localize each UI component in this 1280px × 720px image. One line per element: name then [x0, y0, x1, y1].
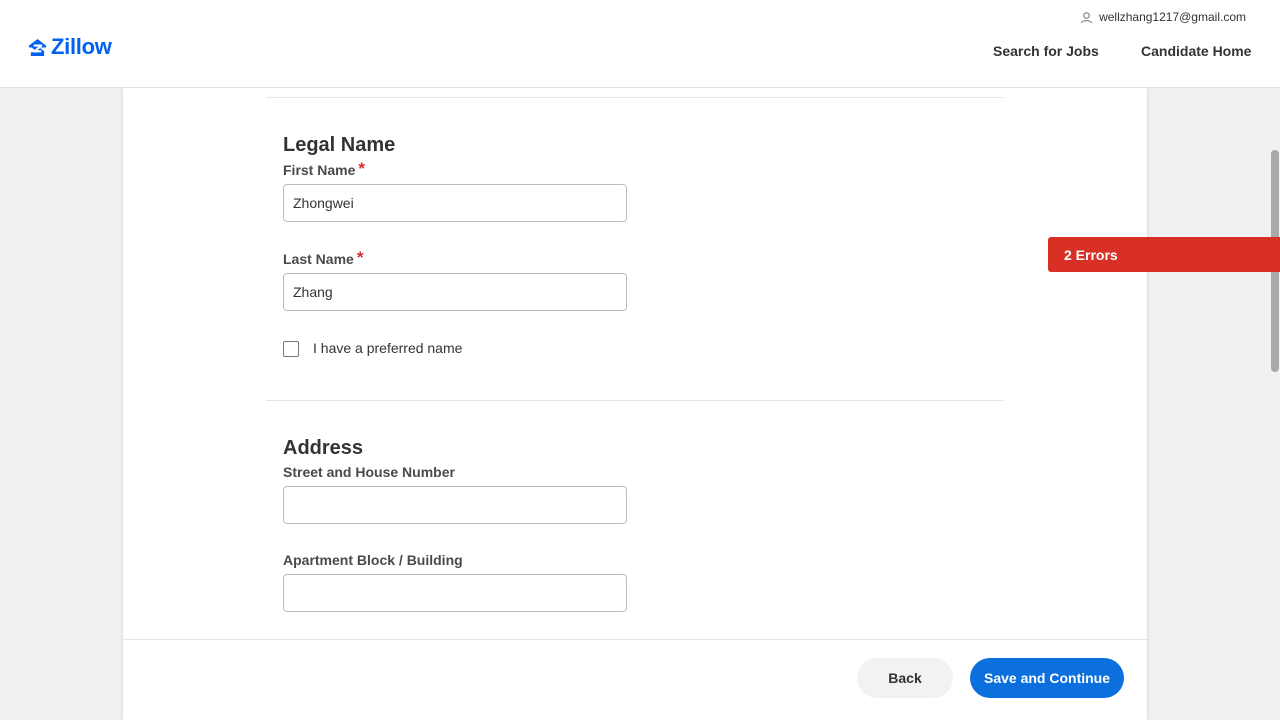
- building-field[interactable]: [283, 574, 627, 612]
- preferred-name-checkbox[interactable]: [283, 341, 299, 357]
- address-title: Address: [283, 437, 364, 459]
- first-name-label-text: First Name: [283, 162, 356, 178]
- zillow-logo[interactable]: Zillow: [28, 34, 112, 60]
- user-email: wellzhang1217@gmail.com: [1099, 10, 1246, 24]
- last-name-label: Last Name *: [283, 248, 364, 267]
- first-name-field[interactable]: [283, 184, 627, 222]
- section-divider: [266, 400, 1003, 401]
- street-field[interactable]: [283, 486, 627, 524]
- user-account[interactable]: wellzhang1217@gmail.com: [1080, 10, 1246, 24]
- form-footer: Back Save and Continue: [123, 639, 1147, 720]
- street-label-text: Street and House Number: [283, 464, 455, 480]
- search-for-jobs-link[interactable]: Search for Jobs: [993, 43, 1099, 59]
- legal-name-title: Legal Name: [283, 134, 396, 156]
- last-name-label-text: Last Name: [283, 251, 354, 267]
- candidate-home-link[interactable]: Candidate Home: [1141, 43, 1251, 59]
- last-name-field[interactable]: [283, 273, 627, 311]
- back-button[interactable]: Back: [857, 658, 953, 698]
- required-marker: *: [356, 248, 364, 267]
- application-form-card: Legal Name First Name * Last Name * I ha…: [123, 88, 1147, 720]
- top-bar: Zillow wellzhang1217@gmail.com Search fo…: [0, 0, 1280, 88]
- street-label: Street and House Number: [283, 464, 455, 480]
- preferred-name-label[interactable]: I have a preferred name: [313, 340, 462, 356]
- building-label-text: Apartment Block / Building: [283, 552, 463, 568]
- errors-banner[interactable]: 2 Errors: [1048, 237, 1280, 272]
- zillow-logo-icon: [28, 38, 47, 57]
- save-and-continue-button[interactable]: Save and Continue: [970, 658, 1124, 698]
- building-label: Apartment Block / Building: [283, 552, 463, 568]
- first-name-label: First Name *: [283, 159, 365, 178]
- required-marker: *: [358, 159, 365, 178]
- user-icon: [1080, 11, 1093, 24]
- section-divider: [266, 97, 1003, 98]
- logo-text: Zillow: [51, 34, 112, 59]
